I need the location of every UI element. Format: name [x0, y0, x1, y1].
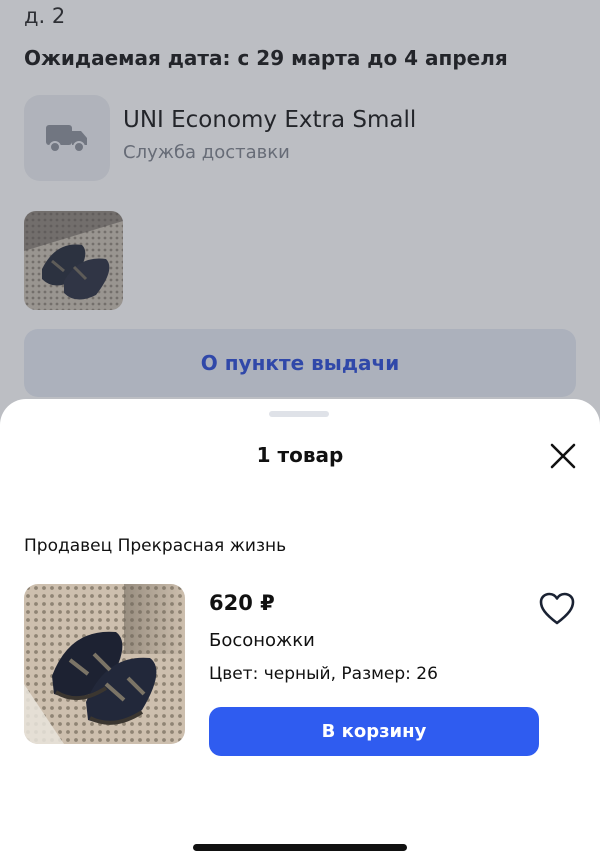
sheet-title: 1 товар — [256, 443, 344, 467]
favorite-button[interactable] — [537, 589, 577, 629]
seller-name[interactable]: Продавец Прекрасная жизнь — [24, 536, 286, 556]
bottom-sheet: 1 товар Продавец Прекрасная жизнь 620 ₽ … — [0, 399, 600, 864]
close-icon — [550, 443, 576, 469]
add-to-cart-button[interactable]: В корзину — [209, 707, 539, 756]
product-price: 620 ₽ — [209, 591, 275, 615]
heart-icon — [539, 592, 575, 625]
sheet-grabber[interactable] — [269, 411, 329, 417]
close-button[interactable] — [545, 438, 581, 474]
product-name[interactable]: Босоножки — [209, 630, 315, 651]
home-indicator — [193, 844, 407, 851]
product-image[interactable] — [24, 584, 185, 744]
product-attributes: Цвет: черный, Размер: 26 — [209, 664, 438, 684]
